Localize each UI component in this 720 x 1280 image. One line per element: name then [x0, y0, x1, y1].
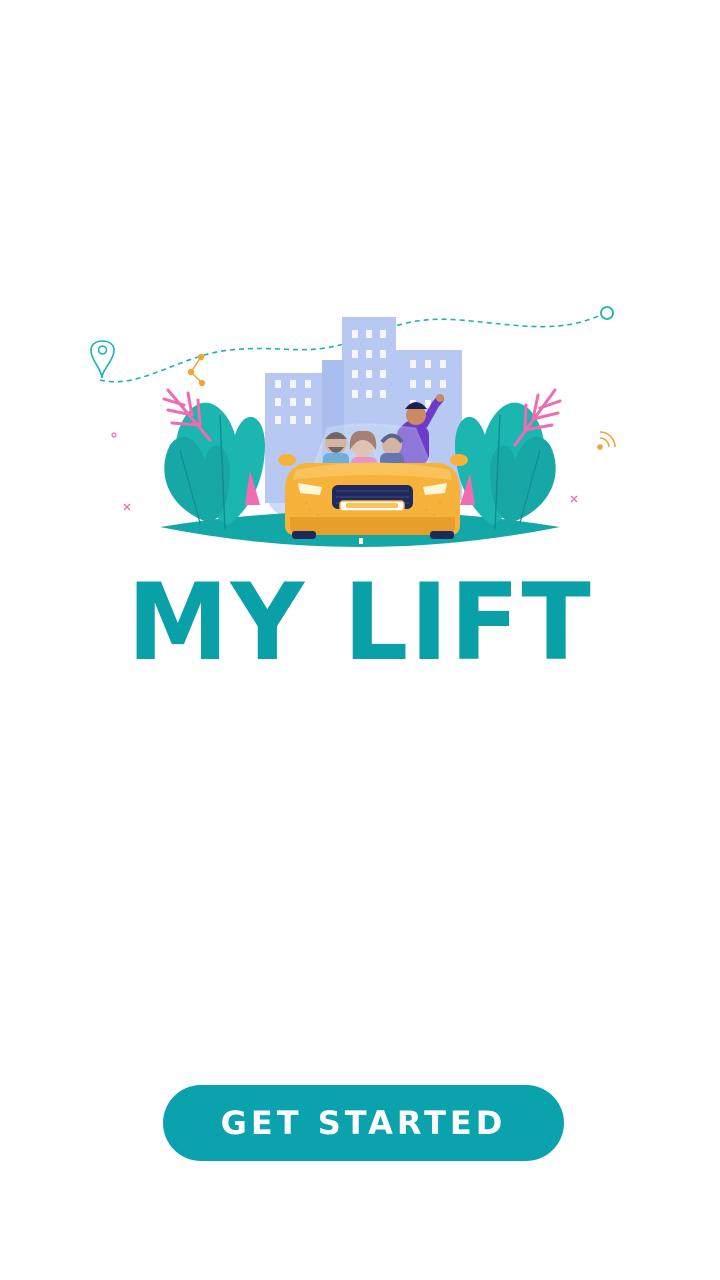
signal-waves-icon — [597, 431, 616, 450]
left-foliage — [162, 388, 265, 531]
hero-illustration — [60, 295, 660, 565]
app-title: MY LIFT — [127, 561, 593, 684]
splash-screen: MY LIFT GET STARTED — [0, 0, 720, 1280]
right-foliage — [455, 388, 562, 531]
get-started-button[interactable]: GET STARTED — [163, 1085, 564, 1161]
target-circle-icon — [600, 306, 614, 320]
location-pin-icon — [90, 340, 115, 379]
